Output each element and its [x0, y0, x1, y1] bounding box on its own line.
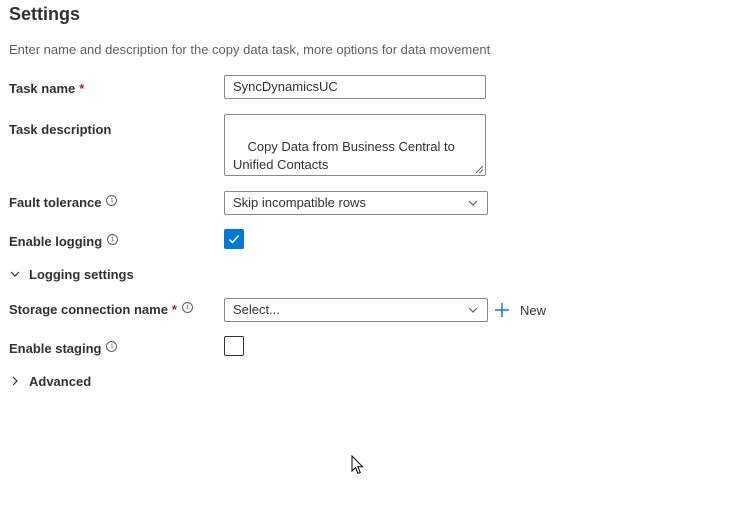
storage-connection-placeholder: Select...	[233, 302, 280, 317]
mouse-pointer-icon	[351, 455, 364, 475]
info-icon[interactable]: i	[106, 195, 118, 206]
task-name-label-text: Task name	[9, 81, 76, 96]
logging-settings-label: Logging settings	[29, 267, 134, 282]
advanced-toggle[interactable]: Advanced	[9, 374, 91, 389]
checkmark-icon	[228, 235, 240, 244]
chevron-down-icon	[468, 307, 478, 313]
storage-connection-dropdown[interactable]: Select...	[224, 298, 488, 322]
logging-settings-toggle[interactable]: Logging settings	[9, 267, 134, 282]
task-description-label: Task description	[9, 122, 112, 137]
fault-tolerance-label: Fault tolerance i	[9, 195, 118, 210]
plus-icon	[495, 303, 509, 317]
enable-logging-checkbox[interactable]	[224, 229, 244, 249]
new-connection-button[interactable]: New	[494, 300, 546, 320]
task-name-input[interactable]: SyncDynamicsUC	[224, 75, 486, 99]
enable-logging-label: Enable logging i	[9, 234, 119, 249]
required-asterisk: *	[171, 302, 177, 317]
fault-tolerance-selected: Skip incompatible rows	[233, 195, 366, 210]
enable-logging-label-text: Enable logging	[9, 234, 103, 249]
enable-staging-checkbox[interactable]	[224, 336, 244, 356]
advanced-label: Advanced	[29, 374, 92, 389]
fault-tolerance-dropdown[interactable]: Skip incompatible rows	[224, 191, 488, 215]
chevron-down-icon	[10, 271, 20, 277]
chevron-down-icon	[468, 200, 478, 206]
page-subtitle: Enter name and description for the copy …	[9, 42, 491, 57]
page-title: Settings	[9, 4, 81, 24]
required-asterisk: *	[79, 81, 85, 96]
info-icon[interactable]: i	[107, 234, 119, 245]
task-description-textarea[interactable]: Copy Data from Business Central to Unifi…	[224, 114, 486, 176]
new-connection-label: New	[520, 302, 547, 318]
storage-connection-label: Storage connection name * i	[9, 302, 193, 317]
fault-tolerance-label-text: Fault tolerance	[9, 195, 102, 210]
task-description-text: Copy Data from Business Central to Unifi…	[233, 139, 455, 172]
resize-grip-icon[interactable]	[476, 166, 483, 173]
storage-connection-label-text: Storage connection name	[9, 302, 168, 317]
enable-staging-label: Enable staging i	[9, 341, 118, 356]
chevron-right-icon	[12, 376, 18, 386]
enable-staging-label-text: Enable staging	[9, 341, 102, 356]
task-name-label: Task name *	[9, 81, 84, 96]
info-icon[interactable]: i	[106, 341, 118, 352]
info-icon[interactable]: i	[181, 302, 193, 313]
